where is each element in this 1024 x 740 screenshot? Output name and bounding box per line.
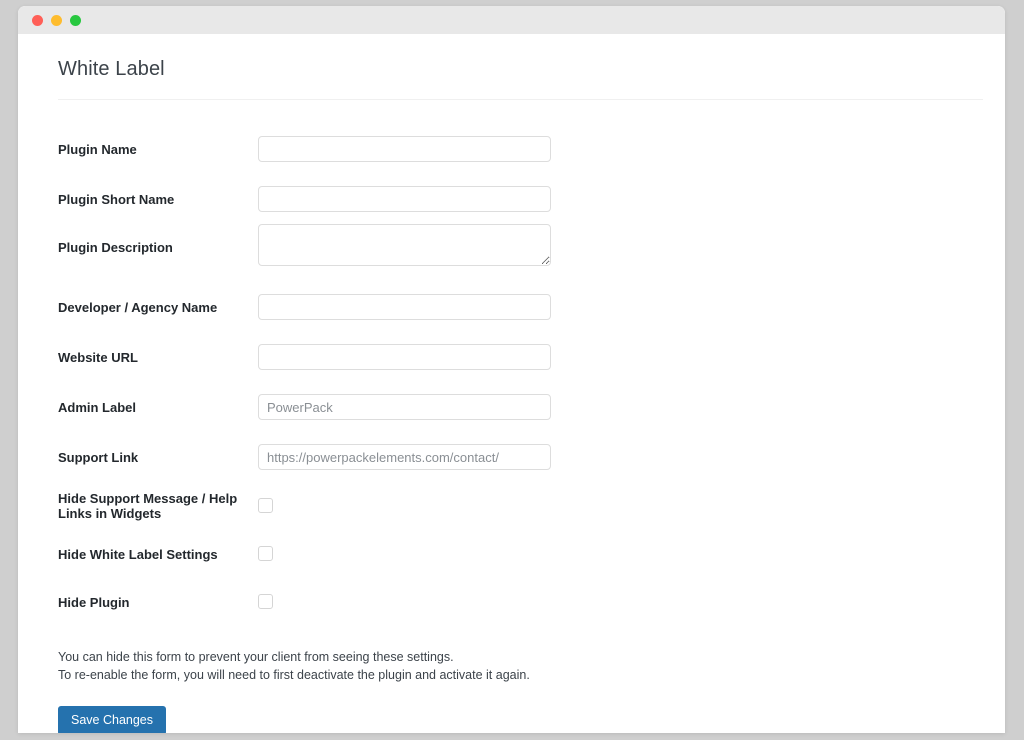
label-developer-name: Developer / Agency Name [58, 299, 218, 315]
minimize-window-button[interactable] [51, 14, 62, 26]
label-plugin-name: Plugin Name [58, 141, 137, 157]
label-admin-label: Admin Label [58, 399, 137, 415]
form-row-hide-plugin: Hide Plugin [58, 578, 1005, 626]
form-row-admin-label: Admin Label [58, 382, 1005, 432]
label-plugin-description: Plugin Description [58, 240, 173, 255]
field-wrap-plugin-short-name [258, 186, 1005, 212]
developer-name-input[interactable] [258, 294, 551, 320]
hide-plugin-checkbox[interactable] [258, 594, 273, 610]
field-wrap-hide-white-label-settings [258, 545, 1005, 563]
form-row-developer-name: Developer / Agency Name [58, 282, 1005, 332]
form-row-hide-white-label-settings: Hide White Label Settings [58, 530, 1005, 578]
plugin-description-textarea[interactable] [258, 224, 551, 266]
hide-support-message-checkbox[interactable] [258, 498, 273, 514]
form-row-support-link: Support Link [58, 432, 1005, 482]
plugin-short-name-input[interactable] [258, 186, 551, 212]
help-text: You can hide this form to prevent your c… [58, 626, 1005, 684]
field-wrap-plugin-description [258, 224, 1005, 266]
label-support-link: Support Link [58, 449, 139, 465]
website-url-input[interactable] [258, 344, 551, 370]
field-wrap-admin-label [258, 394, 1005, 420]
form-row-hide-support-message: Hide Support Message / Help Links in Wid… [58, 482, 1005, 530]
admin-label-input[interactable] [258, 394, 551, 420]
page-title: White Label [58, 58, 165, 80]
field-wrap-hide-plugin [258, 593, 1005, 611]
close-window-button[interactable] [32, 14, 43, 26]
hide-white-label-settings-checkbox[interactable] [258, 546, 273, 562]
help-text-line-1: You can hide this form to prevent your c… [58, 650, 454, 664]
form-row-plugin-name: Plugin Name [58, 124, 1005, 174]
form-row-plugin-short-name: Plugin Short Name [58, 174, 1005, 224]
field-wrap-developer-name [258, 294, 1005, 320]
label-website-url: Website URL [58, 349, 138, 365]
label-hide-plugin: Hide Plugin [58, 594, 130, 610]
plugin-name-input[interactable] [258, 136, 551, 162]
help-text-line-2: To re-enable the form, you will need to … [58, 668, 530, 682]
app-window: White Label Plugin Name Plugin Short Nam… [18, 6, 1005, 733]
field-wrap-website-url [258, 344, 1005, 370]
window-titlebar [18, 6, 1005, 34]
label-hide-support-message: Hide Support Message / Help Links in Wid… [58, 491, 238, 521]
field-wrap-support-link [258, 444, 1005, 470]
form-row-website-url: Website URL [58, 332, 1005, 382]
settings-page: White Label Plugin Name Plugin Short Nam… [18, 34, 1005, 733]
field-wrap-hide-support-message [258, 497, 1005, 515]
form-row-plugin-description: Plugin Description [58, 224, 1005, 274]
label-hide-white-label-settings: Hide White Label Settings [58, 546, 218, 562]
white-label-form: Plugin Name Plugin Short Name Plugin Des… [18, 100, 1005, 733]
label-plugin-short-name: Plugin Short Name [58, 191, 175, 207]
save-changes-button[interactable]: Save Changes [58, 706, 167, 733]
field-wrap-plugin-name [258, 136, 1005, 162]
maximize-window-button[interactable] [70, 14, 81, 26]
support-link-input[interactable] [258, 444, 551, 470]
